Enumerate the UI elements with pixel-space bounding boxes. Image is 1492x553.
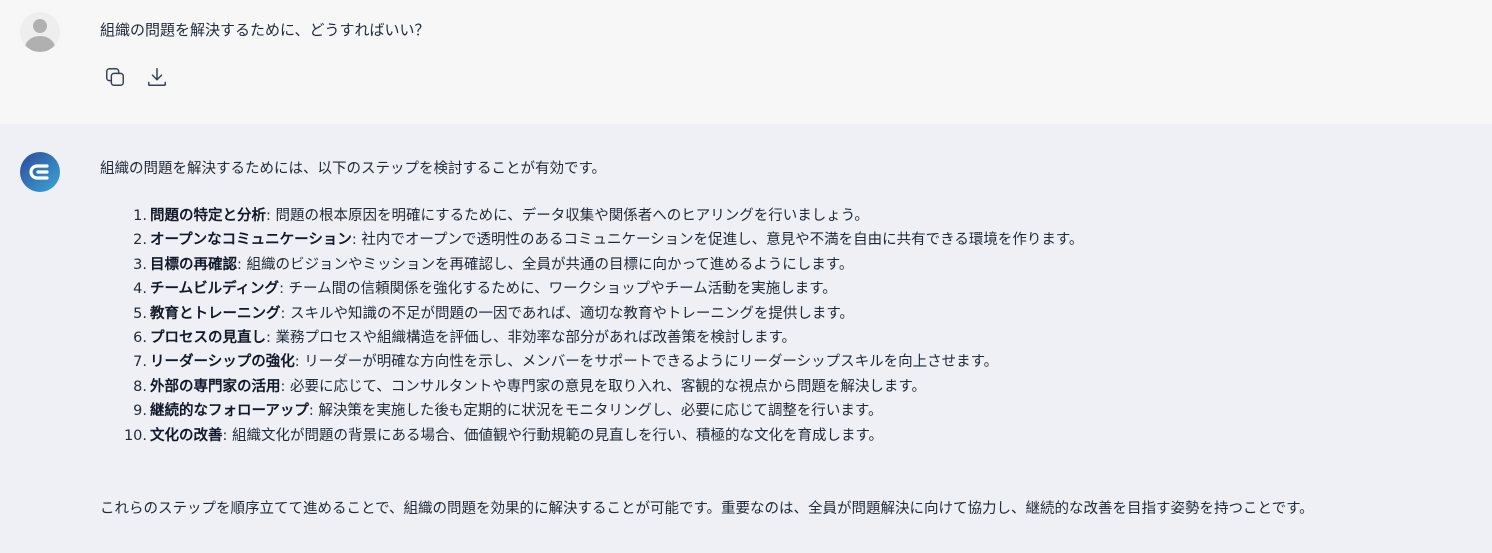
step-text: : リーダーが明確な方向性を示し、メンバーをサポートできるようにリーダーシップス… [294, 354, 999, 371]
step-number: 1. [133, 208, 147, 224]
user-message-text: 組織の問題を解決するために、どうすればいい？ [100, 21, 430, 39]
step-item: 6. プロセスの見直し: 業務プロセスや組織構造を評価し、非効率な部分があれば改… [100, 326, 1083, 350]
message-actions [104, 66, 168, 88]
step-title: 外部の専門家の活用 [150, 378, 281, 395]
step-item: 9. 継続的なフォローアップ: 解決策を実施した後も定期的に状況をモニタリングし… [100, 399, 1083, 423]
step-item: 5. 教育とトレーニング: スキルや知識の不足が問題の一因であれば、適切な教育や… [100, 302, 1083, 326]
step-number: 5. [133, 305, 147, 322]
step-text: : チーム間の信頼関係を強化するために、ワークショップやチーム活動を実施します。 [279, 281, 837, 298]
assistant-avatar [20, 152, 60, 192]
step-title: プロセスの見直し [150, 330, 266, 347]
step-title: 継続的なフォローアップ [150, 403, 309, 420]
step-item: 1. 問題の特定と分析: 問題の根本原因を明確にするために、データ収集や関係者へ… [100, 204, 1083, 228]
step-title: チームビルディング [150, 281, 280, 298]
assistant-logo-icon [29, 164, 49, 180]
step-number: 2. [133, 232, 147, 249]
step-item: 2. オープンなコミュニケーション: 社内でオープンで透明性のあるコミュニケーシ… [100, 228, 1083, 252]
step-title: オープンなコミュニケーション [150, 232, 352, 249]
copy-icon[interactable] [104, 66, 126, 88]
step-title: 教育とトレーニング [150, 305, 281, 322]
step-number: 10. [123, 427, 147, 444]
assistant-intro: 組織の問題を解決するためには、以下のステップを検討することが有効です。 [100, 161, 607, 177]
step-number: 4. [133, 281, 147, 298]
step-title: リーダーシップの強化 [150, 354, 295, 371]
step-title: 文化の改善 [150, 427, 223, 444]
step-number: 6. [133, 330, 147, 347]
avatar-head [33, 19, 47, 33]
step-title: 問題の特定と分析 [150, 208, 266, 224]
step-text: : 社内でオープンで透明性のあるコミュニケーションを促進し、意見や不満を自由に共… [351, 232, 1084, 249]
step-number: 9. [133, 403, 147, 420]
step-text: : 組織文化が問題の背景にある場合、価値観や行動規範の見直しを行い、積極的な文化… [222, 427, 884, 444]
assistant-conclusion: これらのステップを順序立てて進めることで、組織の問題を効果的に解決することが可能… [100, 501, 1314, 517]
step-title: 目標の再確認 [150, 256, 237, 273]
step-text: : スキルや知識の不足が問題の一因であれば、適切な教育やトレーニングを提供します… [280, 305, 854, 322]
step-text: : 解決策を実施した後も定期的に状況をモニタリングし、必要に応じて調整を行います… [308, 403, 883, 420]
step-text: : 組織のビジョンやミッションを再確認し、全員が共通の目標に向かって進めるように… [237, 256, 854, 273]
step-item: 7. リーダーシップの強化: リーダーが明確な方向性を示し、メンバーをサポートで… [100, 350, 1083, 374]
step-number: 7. [133, 354, 147, 371]
step-item: 3. 目標の再確認: 組織のビジョンやミッションを再確認し、全員が共通の目標に向… [100, 253, 1083, 277]
step-item: 8. 外部の専門家の活用: 必要に応じて、コンサルタントや専門家の意見を取り入れ… [100, 375, 1083, 399]
step-item: 10. 文化の改善: 組織文化が問題の背景にある場合、価値観や行動規範の見直しを… [100, 424, 1083, 448]
download-icon[interactable] [146, 66, 168, 88]
step-number: 8. [133, 378, 147, 395]
steps-list: 1. 問題の特定と分析: 問題の根本原因を明確にするために、データ収集や関係者へ… [100, 204, 1084, 448]
step-item: 4. チームビルディング: チーム間の信頼関係を強化するために、ワークショップや… [100, 277, 1083, 301]
step-text: : 業務プロセスや組織構造を評価し、非効率な部分があれば改善策を検討します。 [266, 330, 797, 347]
step-number: 3. [133, 256, 147, 273]
assistant-message: 組織の問題を解決するためには、以下のステップを検討することが有効です。 1. 問… [0, 124, 1492, 553]
step-text: : 必要に応じて、コンサルタントや専門家の意見を取り入れ、客観的な視点から問題を… [280, 378, 926, 395]
user-message: 組織の問題を解決するために、どうすればいい？ [0, 0, 1492, 124]
step-text: : 問題の根本原因を明確にするために、データ収集や関係者へのヒアリングを行いまし… [266, 208, 869, 224]
user-avatar [20, 12, 60, 52]
avatar-body [25, 36, 55, 52]
